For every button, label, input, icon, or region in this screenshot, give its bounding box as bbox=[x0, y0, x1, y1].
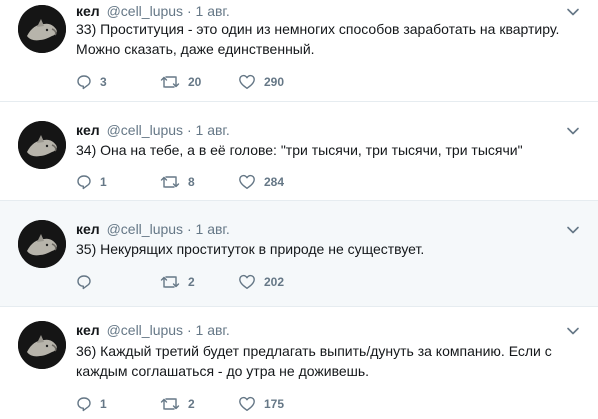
chevron-down-icon[interactable] bbox=[566, 223, 580, 237]
heart-icon bbox=[239, 274, 255, 289]
tweet-date[interactable]: 1 авг. bbox=[196, 221, 230, 237]
avatar[interactable] bbox=[18, 5, 66, 53]
tweet-date[interactable]: 1 авг. bbox=[196, 322, 230, 338]
tweet-text: 36) Каждый третий будет предлагать выпит… bbox=[76, 341, 576, 381]
retweet-button[interactable]: 20 bbox=[160, 72, 201, 92]
retweet-count: 2 bbox=[188, 397, 195, 411]
separator: · bbox=[186, 122, 192, 138]
retweet-count: 8 bbox=[188, 175, 195, 189]
like-button[interactable]: 290 bbox=[238, 72, 284, 92]
tweet-text: 34) Она на тебе, а в её голове: "три тыс… bbox=[76, 140, 576, 160]
tweet-header: кел @cell_lupus · 1 авг. bbox=[76, 321, 230, 339]
tweet-text-line: 33) Проституция - это один из немногих с… bbox=[76, 21, 560, 37]
tweet[interactable]: кел @cell_lupus · 1 авг. 36) Каждый трет… bbox=[0, 307, 598, 419]
reply-icon bbox=[77, 175, 91, 190]
username[interactable]: @cell_lupus bbox=[107, 122, 183, 138]
tweet[interactable]: кел @cell_lupus · 1 авг. 34) Она на тебе… bbox=[0, 102, 598, 200]
tweet-text-line: 35) Некурящих проституток в природе не с… bbox=[76, 241, 425, 257]
retweet-count: 2 bbox=[188, 275, 195, 289]
username[interactable]: @cell_lupus bbox=[107, 322, 183, 338]
retweet-icon bbox=[160, 398, 180, 410]
retweet-icon bbox=[160, 276, 180, 288]
display-name[interactable]: кел bbox=[76, 122, 100, 138]
like-button[interactable]: 202 bbox=[238, 272, 284, 292]
wolf-avatar-icon bbox=[18, 321, 66, 369]
retweet-button[interactable]: 2 bbox=[160, 394, 195, 414]
reply-icon bbox=[77, 397, 91, 412]
reply-icon bbox=[77, 275, 91, 290]
tweet-text-line: 34) Она на тебе, а в её голове: "три тыс… bbox=[76, 142, 523, 158]
timeline-feed: кел @cell_lupus · 1 авг. 33) Проституция… bbox=[0, 0, 598, 419]
separator: · bbox=[186, 322, 192, 338]
chevron-down-icon[interactable] bbox=[566, 324, 580, 338]
tweet-header: кел @cell_lupus · 1 авг. bbox=[76, 121, 230, 139]
heart-icon bbox=[239, 174, 255, 189]
reply-button[interactable]: 1 bbox=[76, 172, 107, 192]
retweet-button[interactable]: 2 bbox=[160, 272, 195, 292]
reply-count: 1 bbox=[100, 175, 107, 189]
retweet-icon bbox=[160, 76, 180, 88]
tweet[interactable]: кел @cell_lupus · 1 авг. 35) Некурящих п… bbox=[0, 201, 598, 306]
tweet-text-line: 36) Каждый третий будет предлагать выпит… bbox=[76, 343, 552, 359]
reply-count: 1 bbox=[100, 397, 107, 411]
like-count: 284 bbox=[264, 175, 285, 189]
chevron-down-icon[interactable] bbox=[566, 5, 580, 19]
display-name[interactable]: кел bbox=[76, 322, 100, 338]
separator: · bbox=[186, 221, 192, 237]
retweet-button[interactable]: 8 bbox=[160, 172, 195, 192]
tweet-text-line: Можно сказать, даже единственный. bbox=[76, 41, 315, 57]
reply-icon bbox=[77, 75, 91, 90]
avatar[interactable] bbox=[18, 321, 66, 369]
reply-button[interactable]: 3 bbox=[76, 72, 107, 92]
tweet-header: кел @cell_lupus · 1 авг. bbox=[76, 2, 230, 20]
avatar[interactable] bbox=[18, 220, 66, 268]
display-name[interactable]: кел bbox=[76, 3, 100, 19]
tweet[interactable]: кел @cell_lupus · 1 авг. 33) Проституция… bbox=[0, 0, 598, 101]
username[interactable]: @cell_lupus bbox=[107, 3, 183, 19]
like-count: 202 bbox=[264, 275, 285, 289]
like-button[interactable]: 284 bbox=[238, 172, 284, 192]
tweet-date[interactable]: 1 авг. bbox=[196, 3, 230, 19]
reply-button[interactable]: 1 bbox=[76, 394, 107, 414]
retweet-icon bbox=[160, 176, 180, 188]
reply-button[interactable] bbox=[76, 272, 100, 292]
like-count: 290 bbox=[264, 75, 285, 89]
chevron-down-icon[interactable] bbox=[566, 124, 580, 138]
wolf-avatar-icon bbox=[18, 220, 66, 268]
like-button[interactable]: 175 bbox=[238, 394, 284, 414]
tweet-header: кел @cell_lupus · 1 авг. bbox=[76, 220, 230, 238]
heart-icon bbox=[239, 74, 255, 89]
like-count: 175 bbox=[264, 397, 285, 411]
retweet-count: 20 bbox=[188, 75, 202, 89]
wolf-avatar-icon bbox=[18, 121, 66, 169]
heart-icon bbox=[239, 396, 255, 411]
tweet-text: 33) Проституция - это один из немногих с… bbox=[76, 19, 576, 59]
username[interactable]: @cell_lupus bbox=[107, 221, 183, 237]
reply-count: 3 bbox=[100, 75, 107, 89]
tweet-date[interactable]: 1 авг. bbox=[196, 122, 230, 138]
avatar[interactable] bbox=[18, 121, 66, 169]
separator: · bbox=[186, 3, 192, 19]
tweet-text: 35) Некурящих проституток в природе не с… bbox=[76, 239, 576, 259]
display-name[interactable]: кел bbox=[76, 221, 100, 237]
wolf-avatar-icon bbox=[18, 5, 66, 53]
tweet-text-line: каждым соглашаться - до утра не доживешь… bbox=[76, 363, 370, 379]
